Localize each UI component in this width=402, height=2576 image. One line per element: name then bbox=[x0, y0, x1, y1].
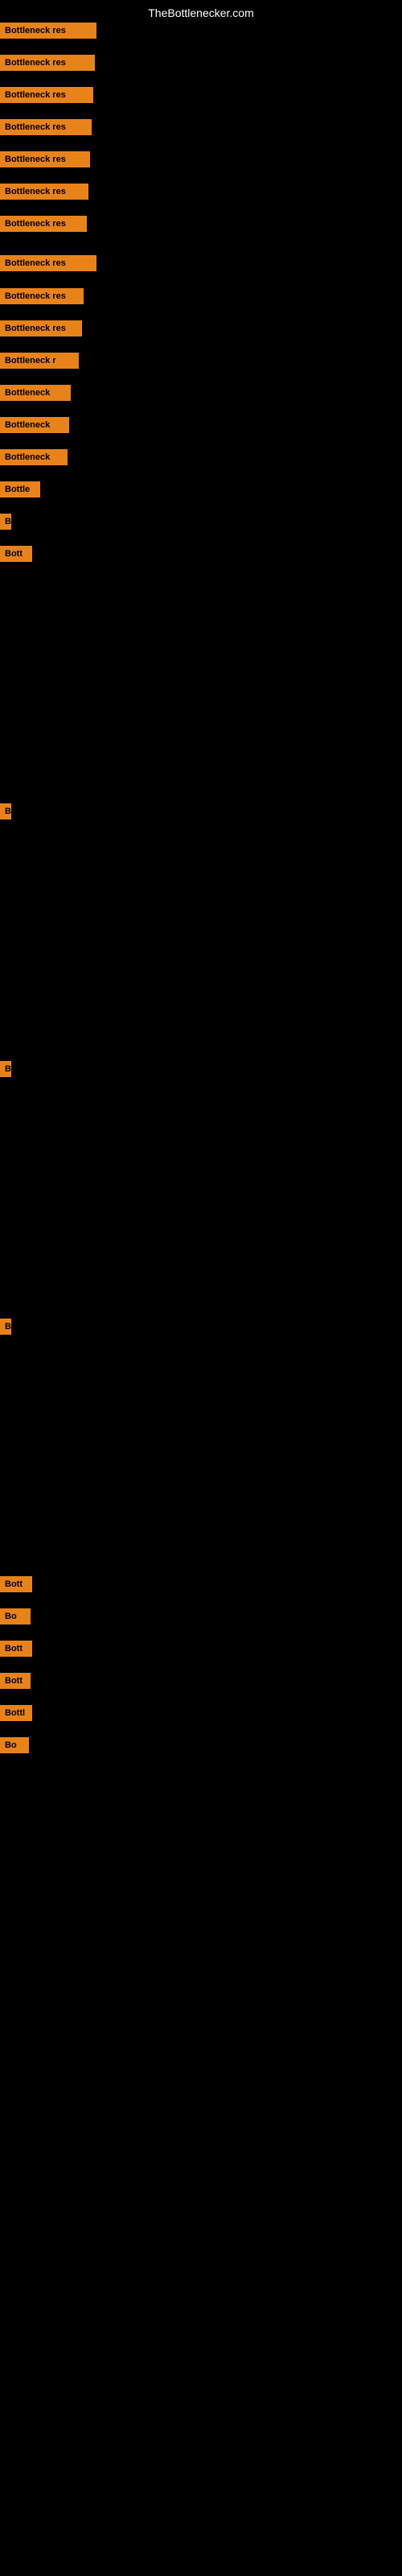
bottleneck-item[interactable]: Bottleneck res bbox=[0, 55, 95, 71]
bottleneck-item[interactable]: Bottleneck r bbox=[0, 353, 79, 369]
bottleneck-item[interactable]: B bbox=[0, 1061, 11, 1077]
bottleneck-item[interactable]: Bott bbox=[0, 1673, 31, 1689]
bottleneck-item[interactable]: Bottl bbox=[0, 1705, 32, 1721]
bottleneck-item[interactable]: Bott bbox=[0, 546, 32, 562]
bottleneck-item[interactable]: Bo bbox=[0, 1608, 31, 1624]
bottleneck-item[interactable]: Bottleneck res bbox=[0, 119, 92, 135]
bottleneck-item[interactable]: B bbox=[0, 1319, 11, 1335]
bottleneck-item[interactable]: Bottleneck res bbox=[0, 288, 84, 304]
bottleneck-item[interactable]: Bottle bbox=[0, 481, 40, 497]
bottleneck-item[interactable]: Bottleneck bbox=[0, 417, 69, 433]
bottleneck-item[interactable]: Bottleneck res bbox=[0, 151, 90, 167]
bottleneck-item[interactable]: Bottleneck res bbox=[0, 23, 96, 39]
bottleneck-item[interactable]: B bbox=[0, 514, 11, 530]
bottleneck-item[interactable]: Bottleneck res bbox=[0, 255, 96, 271]
bottleneck-item[interactable]: Bottleneck res bbox=[0, 87, 93, 103]
bottleneck-item[interactable]: Bott bbox=[0, 1576, 32, 1592]
bottleneck-item[interactable]: Bottleneck bbox=[0, 385, 71, 401]
bottleneck-item[interactable]: B bbox=[0, 803, 11, 819]
bottleneck-item[interactable]: Bottleneck bbox=[0, 449, 68, 465]
bottleneck-item[interactable]: Bottleneck res bbox=[0, 320, 82, 336]
bottleneck-item[interactable]: Bo bbox=[0, 1737, 29, 1753]
bottleneck-item[interactable]: Bottleneck res bbox=[0, 216, 87, 232]
bottleneck-item[interactable]: Bott bbox=[0, 1641, 32, 1657]
bottleneck-item[interactable]: Bottleneck res bbox=[0, 184, 88, 200]
